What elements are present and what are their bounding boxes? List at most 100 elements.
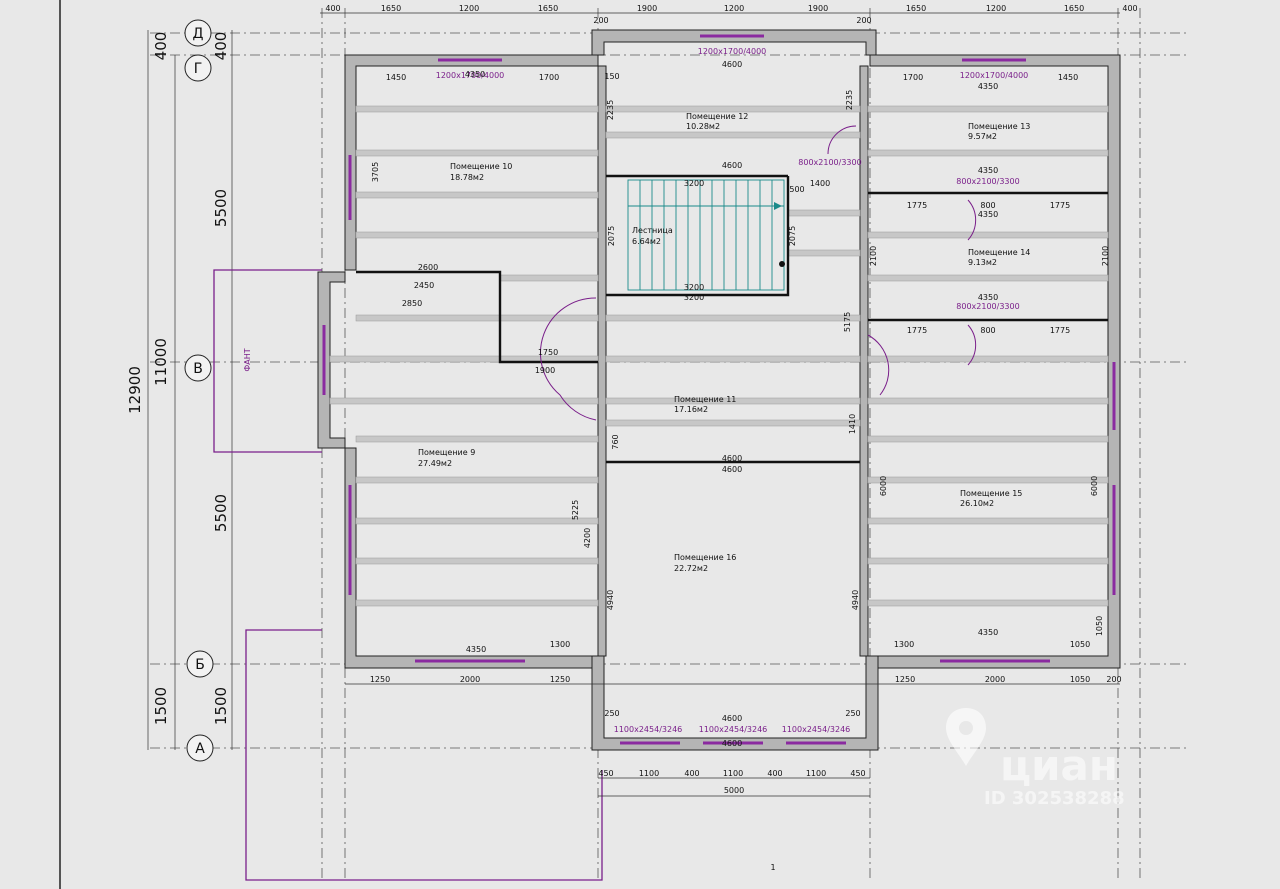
dim-label: 4350 xyxy=(978,293,998,302)
dim-label: 4200 xyxy=(583,528,592,548)
room-name: Помещение 13 xyxy=(968,122,1030,131)
beam xyxy=(355,231,599,239)
beam xyxy=(867,599,1109,607)
beam xyxy=(867,517,1109,525)
room-name: Лестница xyxy=(632,226,673,235)
dim-label: 4350 xyxy=(978,82,998,91)
window-label: 1100x2454/3246 xyxy=(699,725,768,734)
dim-label: 400 xyxy=(684,769,699,778)
dim-label: 1450 xyxy=(386,73,406,82)
beam xyxy=(355,435,599,443)
dim-label: 3200 xyxy=(684,293,704,302)
door-label: 800x2100/3300 xyxy=(956,177,1019,186)
room-area: 26.10м2 xyxy=(960,499,994,508)
dim-label: 1650 xyxy=(381,4,401,13)
dim-label: 450 xyxy=(598,769,613,778)
dim-label: 4940 xyxy=(606,590,615,610)
sheet-number: 1 xyxy=(770,863,775,872)
dim-label: 5500 xyxy=(212,494,230,532)
beam xyxy=(605,355,861,363)
wall-segment xyxy=(859,65,869,657)
beam xyxy=(355,191,599,199)
beam xyxy=(867,476,1109,484)
dim-label: 2600 xyxy=(418,263,438,272)
beam xyxy=(355,105,599,113)
dim-label: 400 xyxy=(325,4,340,13)
dim-label: 1775 xyxy=(907,326,927,335)
dim-label: 1200 xyxy=(986,4,1006,13)
wall-segment xyxy=(597,65,607,657)
dim-label: 1250 xyxy=(550,675,570,684)
dim-label: 1250 xyxy=(895,675,915,684)
dim-label: 1775 xyxy=(1050,326,1070,335)
dim-label: 3705 xyxy=(371,162,380,182)
facade-label: ФАНТ xyxy=(243,348,252,371)
room-area: 27.49м2 xyxy=(418,459,452,468)
watermark-brand: циан xyxy=(1000,741,1118,790)
dim-label: 1500 xyxy=(152,687,170,725)
dim-label: 2000 xyxy=(985,675,1005,684)
axis-label: А xyxy=(195,741,205,757)
dim-label: 5175 xyxy=(843,312,852,332)
room-area: 18.78м2 xyxy=(450,173,484,182)
dim-label: 250 xyxy=(845,709,860,718)
dim-label: 250 xyxy=(604,709,619,718)
dim-label: 400 xyxy=(212,32,230,61)
beam xyxy=(867,105,1109,113)
watermark-id: ID 302538288 xyxy=(984,788,1125,809)
dim-label: 2235 xyxy=(606,100,615,120)
room-area: 9.57м2 xyxy=(968,132,997,141)
beam xyxy=(355,149,599,157)
beam xyxy=(499,274,599,282)
dim-label: 500 xyxy=(789,185,804,194)
door-label: 800x2100/3300 xyxy=(798,158,861,167)
dim-label: 2000 xyxy=(460,675,480,684)
dim-label: 4350 xyxy=(465,70,485,79)
dim-label: 1250 xyxy=(370,675,390,684)
window-label: 1200x1700/4000 xyxy=(960,71,1029,80)
dim-label: 1050 xyxy=(1070,640,1090,649)
dim-label: 4940 xyxy=(851,590,860,610)
dim-label: 3200 xyxy=(684,179,704,188)
dim-label: 1900 xyxy=(637,4,657,13)
beam xyxy=(867,435,1109,443)
dim-label: 400 xyxy=(152,32,170,61)
stair-start-dot xyxy=(779,261,785,267)
dim-label: 6000 xyxy=(1090,476,1099,496)
dim-label: 800 xyxy=(980,326,995,335)
dim-label: 1410 xyxy=(848,414,857,434)
dim-label: 5500 xyxy=(212,189,230,227)
dim-label: 1100 xyxy=(806,769,826,778)
axis-label: В xyxy=(193,361,203,377)
dim-label: 150 xyxy=(604,72,619,81)
dim-label: 1775 xyxy=(1050,201,1070,210)
dim-label: 1100 xyxy=(639,769,659,778)
room-name: Помещение 16 xyxy=(674,553,736,562)
axis-label: Г xyxy=(194,61,203,77)
room-area: 17.16м2 xyxy=(674,405,708,414)
dim-label: 1450 xyxy=(1058,73,1078,82)
room-area: 10.28м2 xyxy=(686,122,720,131)
room-name: Помещение 14 xyxy=(968,248,1030,257)
dim-label: 800 xyxy=(980,201,995,210)
dim-label: 1700 xyxy=(903,73,923,82)
floor-plan-drawing: Д Г В Б А 400 400 5500 11000 12900 5500 … xyxy=(0,0,1280,889)
dim-label: 1650 xyxy=(1064,4,1084,13)
dim-label: 2075 xyxy=(607,226,616,246)
dim-label: 450 xyxy=(850,769,865,778)
dim-label: 1700 xyxy=(539,73,559,82)
dim-label: 1900 xyxy=(808,4,828,13)
dim-label: 4600 xyxy=(722,739,742,748)
dim-label: 1200 xyxy=(459,4,479,13)
dim-label: 1300 xyxy=(550,640,570,649)
dim-label: 11000 xyxy=(152,338,170,386)
dim-label: 2450 xyxy=(414,281,434,290)
dim-label: 1750 xyxy=(538,348,558,357)
window-label: 1100x2454/3246 xyxy=(614,725,683,734)
beam xyxy=(605,314,861,322)
dim-label: 1900 xyxy=(535,366,555,375)
beam xyxy=(355,517,599,525)
dim-label: 1050 xyxy=(1070,675,1090,684)
dim-label: 5000 xyxy=(724,786,744,795)
dim-label: 4350 xyxy=(978,166,998,175)
